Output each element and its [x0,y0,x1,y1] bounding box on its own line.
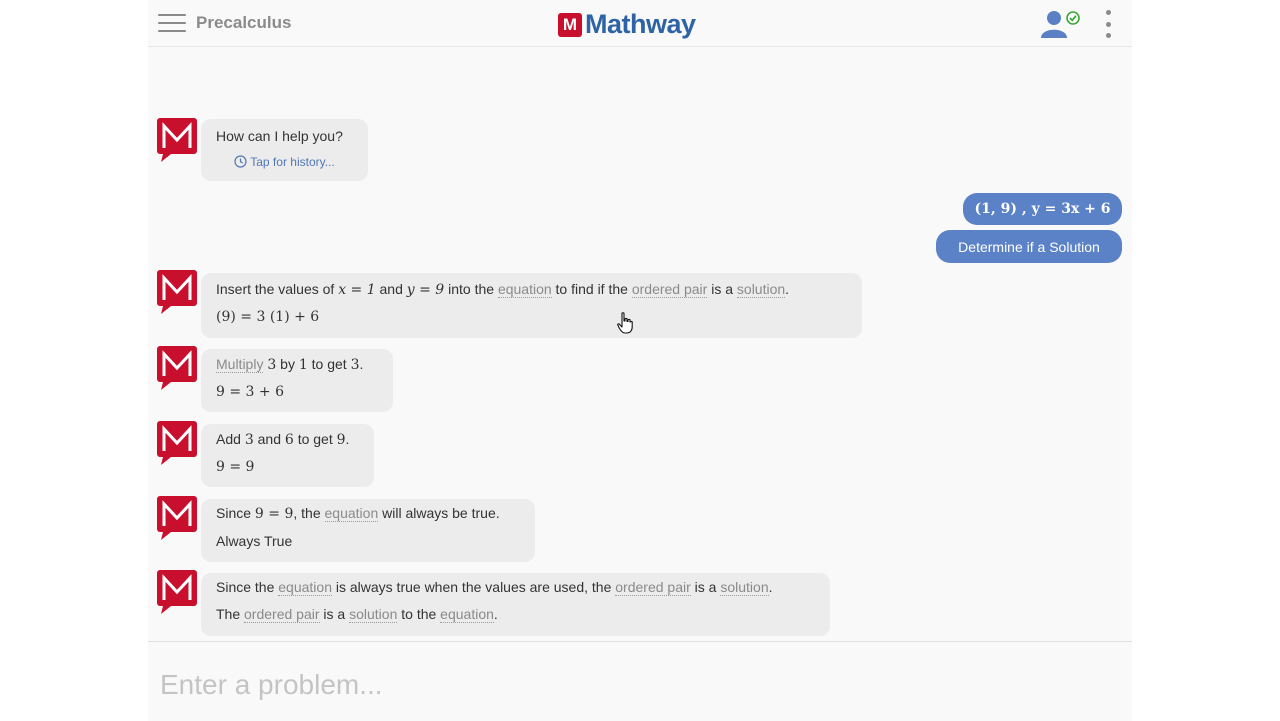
history-link[interactable]: Tap for history... [216,154,353,170]
equation-link[interactable]: equation [324,505,379,522]
hamburger-menu-icon[interactable] [158,14,186,34]
mathway-wordmark: Mathway [585,9,696,39]
subject-title[interactable]: Precalculus [196,13,291,33]
solution-link[interactable]: solution [349,606,398,623]
mathway-logo-icon: M [558,12,582,37]
step-math: 9 = 3 + 6 [216,384,284,400]
mathway-avatar-icon [157,346,197,390]
mathway-logo[interactable]: M Mathway [558,9,696,40]
step-bubble-3: Add 3 and 6 to get 9. 9 = 9 [201,424,374,487]
user-account-icon[interactable] [1040,10,1084,38]
step-bubble-4: Since 9 = 9, the equation will always be… [201,499,535,562]
multiply-link[interactable]: Multiply [216,356,264,373]
ordered-pair-link[interactable]: ordered pair [615,579,691,596]
step-text: Add 3 and 6 to get 9. [216,431,350,448]
step-result: Always True [216,533,293,549]
ordered-pair-link[interactable]: ordered pair [631,281,708,298]
equation-link[interactable]: equation [440,606,494,623]
step-math: (9) = 3 (1) + 6 [216,309,320,325]
step-text: Insert the values of x = 1 and y = 9 int… [216,281,790,298]
step-bubble-2: Multiply 3 by 1 to get 3. 9 = 3 + 6 [201,349,393,412]
ordered-pair-link[interactable]: ordered pair [244,606,320,623]
input-bar [148,641,1132,721]
step-bubble-5: Since the equation is always true when t… [201,573,830,636]
step-math: 9 = 9 [216,459,255,475]
more-options-icon[interactable] [1102,10,1114,38]
problem-input[interactable] [158,662,1062,708]
header: Precalculus M Mathway [148,0,1132,47]
greeting-bubble: How can I help you? Tap for history... [201,119,368,181]
mathway-avatar-icon [157,270,197,314]
clock-icon [234,155,247,168]
step-text: Multiply 3 by 1 to get 3. [216,356,364,373]
step-text: Since 9 = 9, the equation will always be… [216,505,500,522]
determine-solution-button[interactable]: Determine if a Solution [936,230,1122,263]
user-expression: (1, 9) , y = 3x + 6 [974,201,1111,217]
solution-link[interactable]: solution [736,281,786,298]
mathway-app: Precalculus M Mathway How can I help you… [148,0,1132,721]
user-expression-bubble[interactable]: (1, 9) , y = 3x + 6 [963,193,1122,225]
hand-pointer-cursor-icon [617,312,633,334]
step-text-line-1: Since the equation is always true when t… [216,579,773,596]
mathway-avatar-icon [157,118,197,162]
user-action-label: Determine if a Solution [958,238,1100,255]
step-text-line-2: The ordered pair is a solution to the eq… [216,606,498,623]
equation-link[interactable]: equation [278,579,332,596]
greeting-text: How can I help you? [216,128,343,144]
mathway-avatar-icon [157,496,197,540]
step-bubble-1: Insert the values of x = 1 and y = 9 int… [201,273,862,338]
mathway-avatar-icon [157,421,197,465]
solution-link[interactable]: solution [720,579,769,596]
equation-link[interactable]: equation [497,281,552,298]
mathway-avatar-icon [157,570,197,614]
